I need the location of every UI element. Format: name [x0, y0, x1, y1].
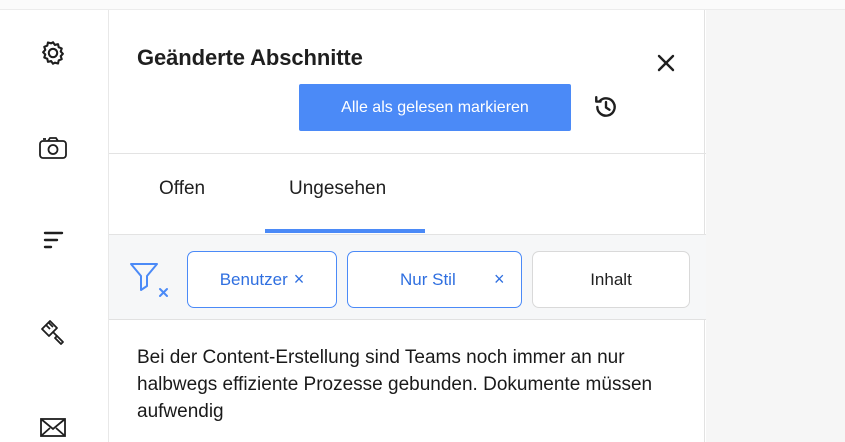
- tab-open[interactable]: Offen: [159, 178, 205, 200]
- filter-bar: Benutzer × Nur Stil × Inhalt: [109, 235, 706, 320]
- camera-icon[interactable]: [36, 131, 70, 165]
- top-border: [0, 0, 845, 10]
- filter-chip-label: Nur Stil: [400, 269, 456, 289]
- filter-chip-user[interactable]: Benutzer ×: [187, 251, 337, 308]
- paint-brush-icon[interactable]: [36, 315, 70, 349]
- envelope-icon[interactable]: [36, 410, 70, 442]
- gear-icon[interactable]: [36, 36, 70, 70]
- mark-all-read-button[interactable]: Alle als gelesen markieren: [299, 84, 571, 131]
- left-toolbar: [0, 10, 108, 442]
- close-icon[interactable]: [651, 48, 681, 78]
- remove-filter-icon[interactable]: ×: [494, 269, 505, 290]
- tab-unseen[interactable]: Ungesehen: [289, 178, 386, 200]
- changed-sections-panel: Geänderte Abschnitte Alle als gelesen ma…: [108, 10, 706, 442]
- text-lines-icon[interactable]: [36, 223, 70, 257]
- filter-chip-label: Inhalt: [590, 269, 632, 289]
- remove-filter-icon[interactable]: ×: [294, 269, 305, 290]
- panel-title: Geänderte Abschnitte: [137, 45, 363, 70]
- active-tab-indicator: [265, 229, 425, 233]
- header-divider: [109, 153, 706, 154]
- filter-chip-style-only[interactable]: Nur Stil ×: [347, 251, 522, 308]
- history-icon[interactable]: [591, 92, 621, 122]
- document-area: [706, 10, 845, 442]
- filter-chip-content[interactable]: Inhalt: [532, 251, 690, 308]
- filter-chip-label: Benutzer: [219, 269, 288, 289]
- filter-clear-icon[interactable]: [129, 261, 175, 299]
- section-content-text: Bei der Content-Erstellung sind Teams no…: [137, 347, 653, 422]
